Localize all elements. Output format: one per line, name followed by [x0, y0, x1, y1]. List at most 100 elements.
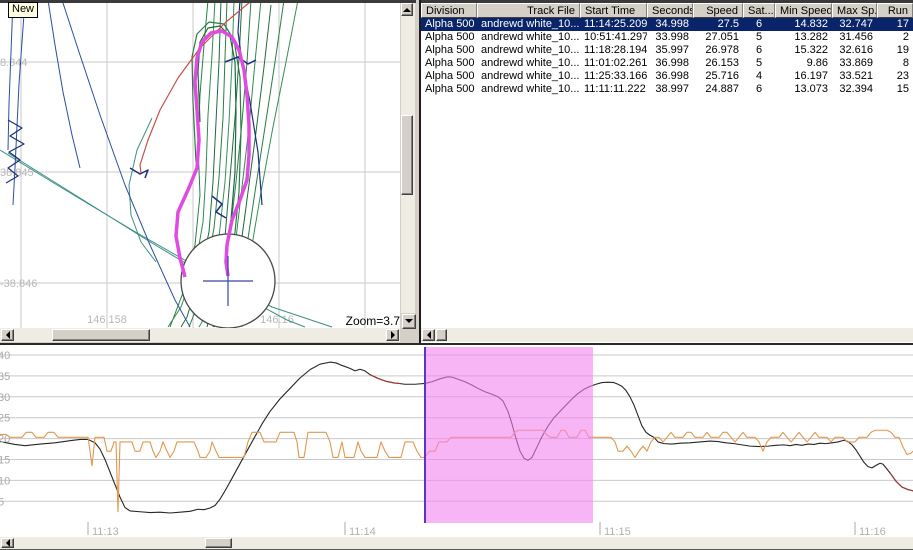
table-cell: andrewd white_10...: [477, 31, 580, 44]
scroll-left-button[interactable]: [422, 329, 435, 341]
column-header-seconds[interactable]: Seconds: [647, 3, 693, 18]
table-cell: 33.998: [647, 31, 693, 44]
map-latitude-label: 8.844: [0, 57, 28, 69]
vertical-scroll-thumb[interactable]: [401, 115, 413, 195]
table-cell: 6: [743, 18, 775, 31]
table-row[interactable]: Alpha 500andrewd white_10...11:25:33.166…: [421, 70, 913, 83]
table-cell: 5: [743, 57, 775, 70]
chart-series-speed-red-segment-2: [890, 473, 913, 491]
table-cell: 11:01:02.261: [580, 57, 647, 70]
chart-time-label: 11:14: [349, 526, 376, 537]
map-longitude-label: 146.158: [87, 314, 127, 326]
table-row[interactable]: Alpha 500andrewd white_10...11:18:28.194…: [421, 44, 913, 57]
column-header-run[interactable]: Run: [877, 3, 913, 18]
table-cell: 6: [743, 83, 775, 96]
table-cell: Alpha 500: [421, 83, 477, 96]
table-cell: 25.716: [693, 70, 743, 83]
chart-y-axis-label: 25: [0, 413, 10, 425]
column-header-speed[interactable]: Speed: [693, 3, 743, 18]
table-cell: andrewd white_10...: [477, 18, 580, 31]
table-body: Alpha 500andrewd white_10...11:14:25.209…: [421, 18, 913, 96]
table-row[interactable]: Alpha 500andrewd white_10...11:11:11.222…: [421, 83, 913, 96]
table-cell: 38.997: [647, 83, 693, 96]
table-cell: 11:25:33.166: [580, 70, 647, 83]
chart-selection-region[interactable]: [425, 347, 593, 523]
column-header-sat-[interactable]: Sat...: [743, 3, 775, 18]
gps-track: [130, 168, 148, 178]
chart-time-label: 11:16: [859, 526, 886, 537]
gps-track: [48, 3, 80, 168]
table-cell: 24.887: [693, 83, 743, 96]
table-cell: 36.998: [647, 70, 693, 83]
table-cell: 31.456: [832, 31, 877, 44]
table-row[interactable]: Alpha 500andrewd white_10...11:14:25.209…: [421, 18, 913, 31]
table-cell: 32.747: [832, 18, 877, 31]
table-cell: Alpha 500: [421, 70, 477, 83]
table-cell: 13.073: [775, 83, 832, 96]
table-cell: 5: [743, 31, 775, 44]
chart-y-axis-label: 30: [0, 392, 10, 404]
table-cell: andrewd white_10...: [477, 57, 580, 70]
table-cell: 6: [743, 44, 775, 57]
table-header-row: DivisionTrack FileStart TimeSecondsSpeed…: [421, 3, 913, 18]
table-cell: 27.5: [693, 18, 743, 31]
scroll-right-button[interactable]: [386, 329, 399, 341]
runs-table-panel: DivisionTrack FileStart TimeSecondsSpeed…: [421, 3, 913, 343]
map-longitude-label: 146.16: [260, 314, 294, 326]
right-arrow-icon: [391, 331, 395, 339]
chevron-down-icon: [405, 319, 413, 323]
column-header-division[interactable]: Division: [421, 3, 477, 18]
table-cell: 16.197: [775, 70, 832, 83]
speed-chart-canvas[interactable]: 40353025201510511:1311:1411:1511:16: [0, 345, 913, 537]
table-cell: 14.832: [775, 18, 832, 31]
table-cell: 8: [877, 57, 913, 70]
column-header-start-time[interactable]: Start Time: [580, 3, 647, 18]
table-cell: 15: [877, 83, 913, 96]
scroll-left-button[interactable]: [1, 538, 14, 548]
left-arrow-icon: [6, 331, 10, 339]
table-cell: 32.616: [832, 44, 877, 57]
map-vertical-scrollbar[interactable]: [401, 3, 415, 313]
chart-y-axis-label: 15: [0, 455, 10, 467]
column-header-min-speed[interactable]: Min Speed: [775, 3, 832, 18]
table-cell: andrewd white_10...: [477, 44, 580, 57]
horizontal-scroll-thumb[interactable]: [436, 329, 447, 341]
table-cell: 26.978: [693, 44, 743, 57]
table-cell: 33.521: [832, 70, 877, 83]
column-header-max-sp-[interactable]: Max Sp...: [832, 3, 877, 18]
table-cell: 35.997: [647, 44, 693, 57]
chart-y-axis-label: 5: [0, 496, 4, 508]
map-panel: 8.84438.845-38.846146.158146.16 New Zoom…: [0, 3, 416, 343]
horizontal-scroll-thumb[interactable]: [52, 329, 150, 341]
left-arrow-icon: [427, 331, 431, 339]
scroll-up-button[interactable]: [401, 3, 413, 16]
table-row[interactable]: Alpha 500andrewd white_10...11:01:02.261…: [421, 57, 913, 70]
table-cell: 19: [877, 44, 913, 57]
gps-track: [8, 3, 13, 150]
scroll-left-button[interactable]: [1, 329, 14, 341]
table-cell: 27.051: [693, 31, 743, 44]
horizontal-scroll-thumb[interactable]: [205, 538, 232, 548]
map-viewport[interactable]: 8.84438.845-38.846146.158146.16: [0, 3, 400, 328]
chart-time-label: 11:15: [604, 526, 631, 537]
zoom-level-label: Zoom=3.7: [342, 314, 402, 328]
table-cell: 2: [877, 31, 913, 44]
table-cell: 10:51:41.297: [580, 31, 647, 44]
table-cell: 26.153: [693, 57, 743, 70]
table-horizontal-scrollbar[interactable]: [421, 328, 913, 342]
gps-track: [212, 196, 226, 218]
table-cell: Alpha 500: [421, 31, 477, 44]
column-header-track-file[interactable]: Track File: [477, 3, 580, 18]
table-cell: 11:14:25.209: [580, 18, 647, 31]
zoom-level-combobox[interactable]: Zoom=3.7: [342, 313, 416, 329]
chart-horizontal-scrollbar[interactable]: [0, 537, 913, 549]
gps-track: [62, 3, 190, 327]
zoom-dropdown-button[interactable]: [402, 314, 416, 329]
table-cell: 13.282: [775, 31, 832, 44]
table-row[interactable]: Alpha 500andrewd white_10...10:51:41.297…: [421, 31, 913, 44]
table-cell: andrewd white_10...: [477, 83, 580, 96]
map-canvas[interactable]: 8.84438.845-38.846146.158146.16: [0, 3, 400, 328]
map-horizontal-scrollbar[interactable]: [0, 328, 400, 342]
chart-time-label: 11:13: [92, 526, 119, 537]
chart-y-axis-label: 35: [0, 371, 10, 383]
